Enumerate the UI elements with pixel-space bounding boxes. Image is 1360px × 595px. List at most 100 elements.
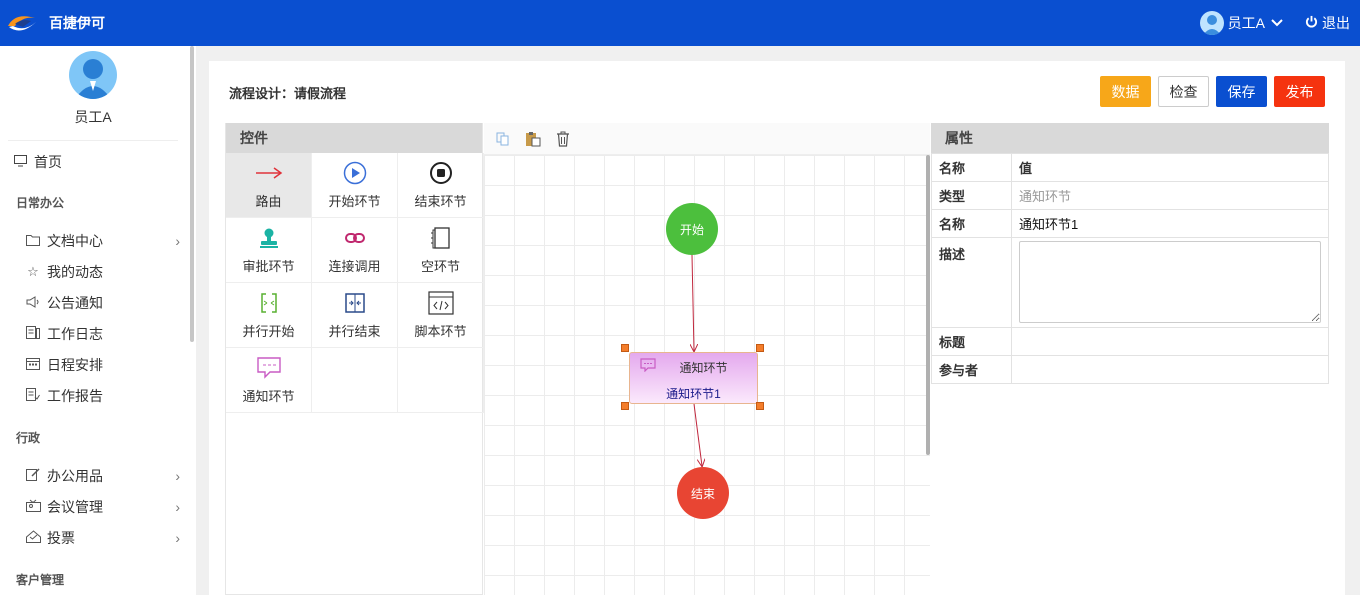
sidebar-item-home[interactable]: 首页 xyxy=(12,148,196,176)
empty-cell xyxy=(398,348,484,413)
sidebar-item-label: 日程安排 xyxy=(47,357,103,373)
link-icon xyxy=(344,226,366,250)
blank-page-icon xyxy=(430,226,452,250)
sidebar-item-label: 办公用品 xyxy=(47,468,103,484)
prop-key-name: 名称 xyxy=(931,209,1012,238)
properties-table: 名称 值 类型 通知环节 名称 通知环节1 描述 标题 参与者 xyxy=(931,153,1329,384)
chevron-right-icon: › xyxy=(175,233,180,249)
chevron-down-icon xyxy=(1271,16,1283,30)
copy-icon[interactable] xyxy=(492,128,514,150)
power-icon xyxy=(1305,15,1318,31)
profile: 员工A xyxy=(8,51,178,141)
edge-start-to-task xyxy=(692,254,694,351)
control-blank-node[interactable]: 空环节 xyxy=(398,218,484,283)
sidebar-item-meeting-mgmt[interactable]: 会议管理 › xyxy=(25,493,188,521)
publish-button[interactable]: 发布 xyxy=(1274,76,1325,107)
node-end[interactable]: 结束 xyxy=(677,467,729,519)
ballot-icon xyxy=(25,530,41,546)
node-notify-task[interactable]: 通知环节 通知环节1 xyxy=(629,352,758,404)
check-button[interactable]: 检查 xyxy=(1158,76,1209,107)
stop-circle-icon xyxy=(429,161,453,185)
parallel-end-icon xyxy=(344,291,366,315)
table-row: 类型 通知环节 xyxy=(931,181,1329,210)
stamp-icon xyxy=(258,226,280,250)
prop-name-field[interactable]: 通知环节1 xyxy=(1011,209,1329,238)
prop-participants-field[interactable] xyxy=(1011,355,1329,384)
canvas-scrollbar[interactable] xyxy=(926,155,930,455)
control-parallel-end[interactable]: 并行结束 xyxy=(312,283,398,348)
chevron-right-icon: › xyxy=(175,499,180,515)
save-button[interactable]: 保存 xyxy=(1216,76,1267,107)
flow-canvas[interactable]: 开始 通知环节 通知环节1 结束 xyxy=(484,155,930,595)
control-label: 空环节 xyxy=(420,258,460,274)
sidebar-item-office-supplies[interactable]: 办公用品 › xyxy=(25,462,188,490)
sidebar-item-doc-center[interactable]: 文档中心 › xyxy=(25,227,188,255)
user-name: 员工A xyxy=(1227,15,1265,31)
sidebar-item-voting[interactable]: 投票 › xyxy=(25,524,188,552)
sidebar-item-work-report[interactable]: 工作报告 xyxy=(25,382,196,410)
profile-name: 员工A xyxy=(74,109,112,125)
properties-panel: 属性 名称 值 类型 通知环节 名称 通知环节1 描述 标题 参与者 xyxy=(931,123,1329,595)
sidebar-item-schedule[interactable]: 日程安排 xyxy=(25,351,196,379)
user-menu[interactable]: 员工A xyxy=(1199,11,1283,35)
prop-key-desc: 描述 xyxy=(931,237,1012,328)
task-type-label: 通知环节 xyxy=(679,361,728,375)
control-label: 连接调用 xyxy=(328,258,381,274)
palette-title: 控件 xyxy=(226,123,482,153)
edit-icon xyxy=(25,468,41,484)
user-avatar-icon xyxy=(1199,11,1224,35)
control-parallel-start[interactable]: 并行开始 xyxy=(226,283,312,348)
route-arrow-icon xyxy=(255,161,283,185)
sidebar-item-label: 文档中心 xyxy=(47,233,103,249)
play-circle-icon xyxy=(343,161,367,185)
folder-icon xyxy=(25,234,41,249)
control-route[interactable]: 路由 xyxy=(226,153,312,218)
task-name-label: 通知环节1 xyxy=(666,387,721,401)
chevron-right-icon: › xyxy=(175,530,180,546)
control-script-node[interactable]: 脚本环节 xyxy=(398,283,484,348)
resize-handle-bottom-left[interactable] xyxy=(621,402,629,410)
resize-handle-top-left[interactable] xyxy=(621,344,629,352)
control-label: 开始环节 xyxy=(328,193,381,209)
logout-button[interactable]: 退出 xyxy=(1305,13,1350,33)
controls-palette: 控件 路由 开始环节 结束环节 审批环节 连接调用 空环节 并行开始 并行结束 … xyxy=(225,123,484,595)
table-row: 名称 值 xyxy=(931,153,1329,182)
report-icon xyxy=(25,388,41,404)
design-canvas-area: 开始 通知环节 通知环节1 结束 xyxy=(484,123,930,595)
control-start-node[interactable]: 开始环节 xyxy=(312,153,398,218)
parallel-start-icon xyxy=(258,291,280,315)
control-label: 通知环节 xyxy=(242,388,295,404)
table-row: 描述 xyxy=(931,237,1329,328)
data-button[interactable]: 数据 xyxy=(1100,76,1151,107)
sidebar-item-announcements[interactable]: 公告通知 xyxy=(25,289,196,317)
nav-group-admin: 行政 xyxy=(16,431,41,445)
sidebar-item-label: 工作报告 xyxy=(47,388,103,404)
control-link-call[interactable]: 连接调用 xyxy=(312,218,398,283)
chevron-right-icon: › xyxy=(175,468,180,484)
calendar-icon xyxy=(25,357,41,373)
delete-icon[interactable] xyxy=(552,128,574,150)
meeting-icon xyxy=(25,499,41,515)
resize-handle-top-right[interactable] xyxy=(756,344,764,352)
prop-desc-textarea[interactable] xyxy=(1019,241,1321,323)
app-logo[interactable] xyxy=(5,6,39,40)
control-label: 审批环节 xyxy=(242,258,295,274)
control-end-node[interactable]: 结束环节 xyxy=(398,153,484,218)
resize-handle-bottom-right[interactable] xyxy=(756,402,764,410)
table-row: 参与者 xyxy=(931,355,1329,384)
monitor-icon xyxy=(12,154,28,170)
top-bar: 百捷伊可 员工A 退出 xyxy=(0,0,1360,46)
control-label: 并行结束 xyxy=(328,323,381,339)
logout-label: 退出 xyxy=(1322,15,1350,31)
sidebar-item-my-activity[interactable]: ☆ 我的动态 xyxy=(25,258,196,286)
prop-key-participants: 参与者 xyxy=(931,355,1012,384)
sidebar-item-work-log[interactable]: 工作日志 xyxy=(25,320,196,348)
paste-icon[interactable] xyxy=(522,128,544,150)
control-notify-node[interactable]: 通知环节 xyxy=(226,348,312,413)
profile-avatar[interactable] xyxy=(69,51,117,99)
node-start[interactable]: 开始 xyxy=(666,203,718,255)
control-approval-node[interactable]: 审批环节 xyxy=(226,218,312,283)
prop-header-key: 名称 xyxy=(931,153,1012,182)
sidebar-item-label: 工作日志 xyxy=(47,326,103,342)
prop-title-field[interactable] xyxy=(1011,327,1329,356)
